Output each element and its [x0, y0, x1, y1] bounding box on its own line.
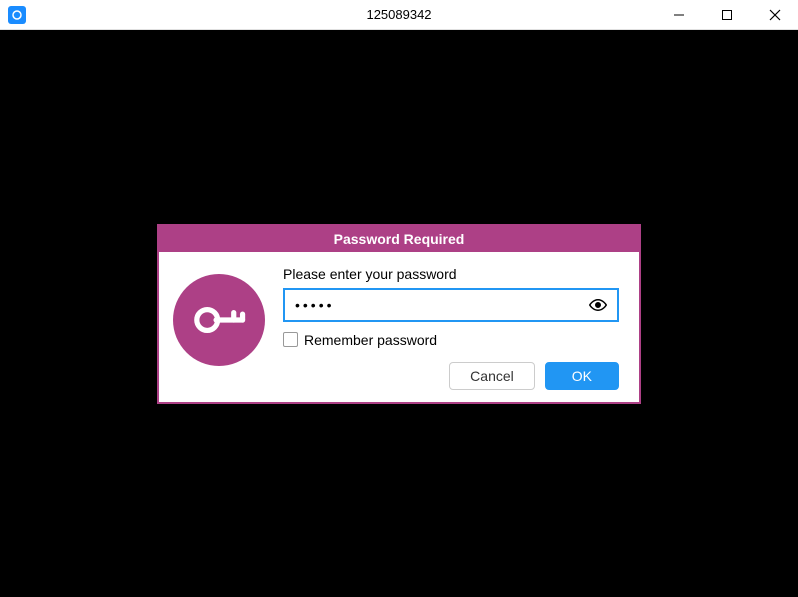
maximize-button[interactable]: [712, 0, 742, 30]
remember-label: Remember password: [304, 332, 437, 348]
window-controls: [664, 0, 790, 30]
dialog-header: Password Required: [159, 226, 639, 252]
password-dialog: Password Required Please enter your pass…: [157, 224, 641, 404]
ok-button[interactable]: OK: [545, 362, 619, 390]
remember-checkbox[interactable]: [283, 332, 298, 347]
password-input[interactable]: [295, 297, 589, 313]
password-prompt: Please enter your password: [283, 266, 619, 282]
titlebar: 125089342: [0, 0, 798, 30]
dialog-body: Please enter your password Remember pass…: [159, 252, 639, 402]
cancel-button[interactable]: Cancel: [449, 362, 535, 390]
password-input-wrap: [283, 288, 619, 322]
key-icon: [173, 274, 265, 366]
form-area: Please enter your password Remember pass…: [283, 266, 619, 390]
remember-row: Remember password: [283, 332, 619, 348]
show-password-icon[interactable]: [589, 296, 607, 314]
window-title: 125089342: [366, 7, 431, 22]
button-row: Cancel OK: [283, 362, 619, 390]
content-area: Password Required Please enter your pass…: [0, 30, 798, 597]
close-button[interactable]: [760, 0, 790, 30]
minimize-button[interactable]: [664, 0, 694, 30]
app-icon: [8, 6, 26, 24]
